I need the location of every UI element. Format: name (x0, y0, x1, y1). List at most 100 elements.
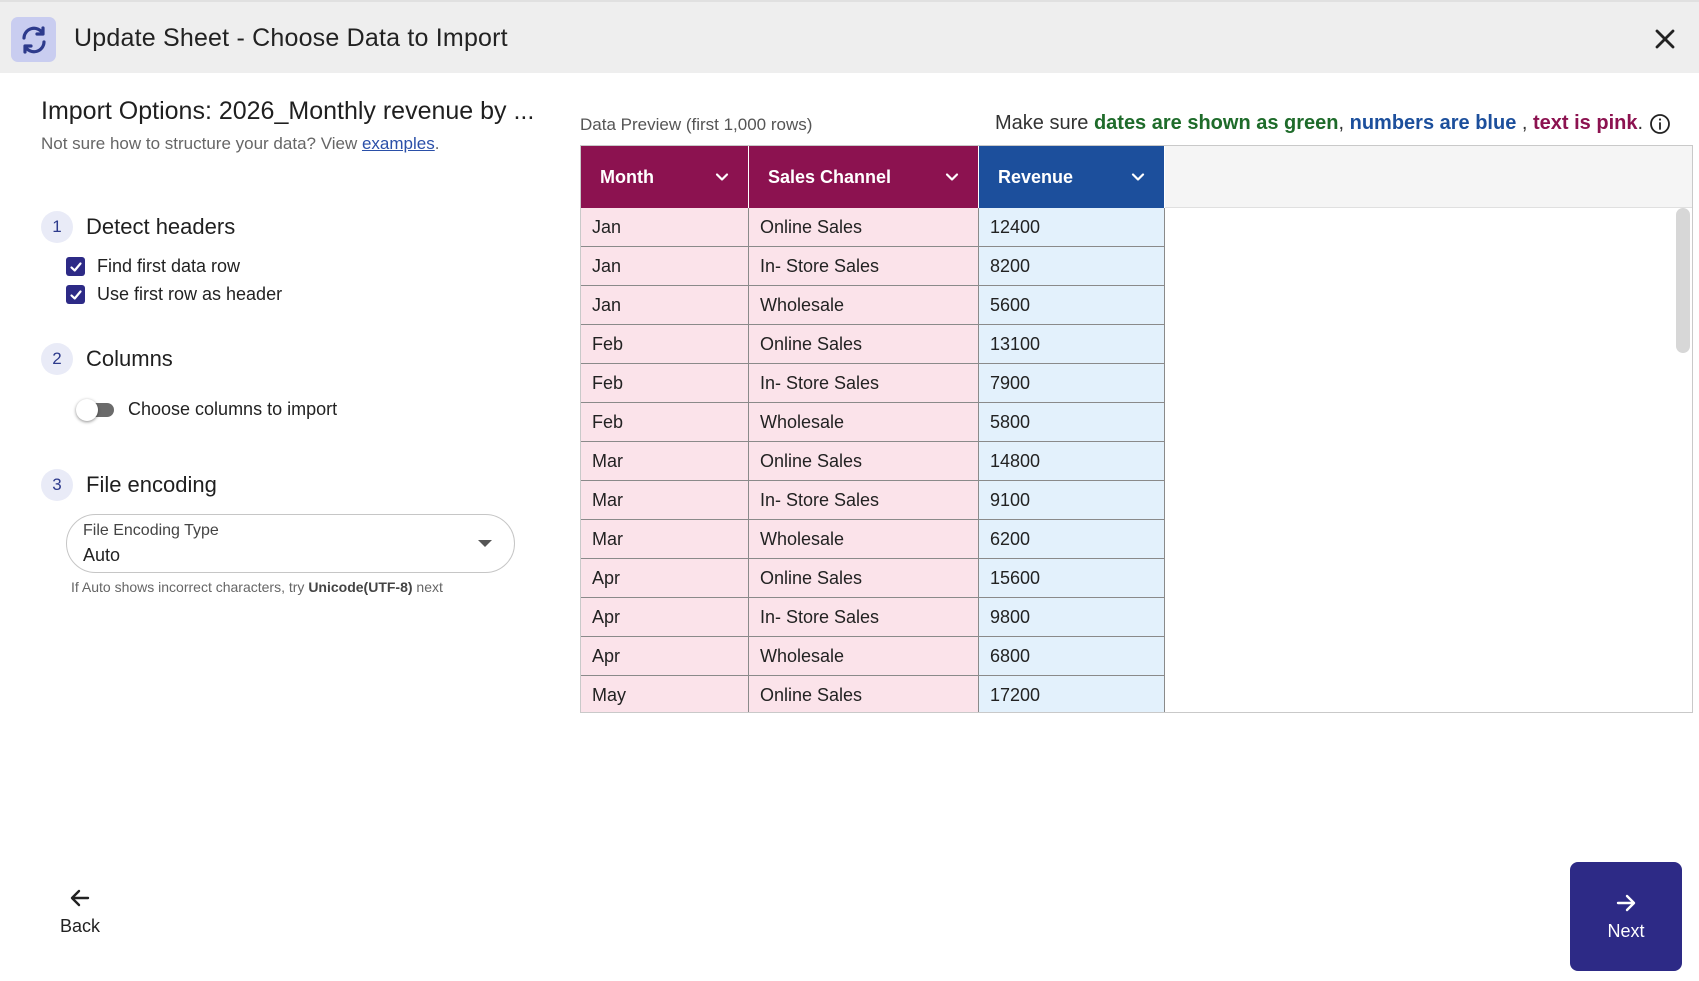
toggle-knob (76, 399, 98, 421)
find-first-row-option[interactable]: Find first data row (66, 256, 240, 277)
use-header-checkbox[interactable] (66, 285, 85, 304)
table-cell: 12400 (979, 208, 1165, 247)
table-cell: Wholesale (749, 403, 979, 442)
column-header-label: Month (600, 166, 654, 187)
use-header-option[interactable]: Use first row as header (66, 284, 282, 305)
grid-scrollbar[interactable] (1676, 208, 1690, 353)
table-cell: 5600 (979, 286, 1165, 325)
table-cell: Wholesale (749, 520, 979, 559)
table-row: Mar Online Sales 14800 (581, 442, 1165, 481)
chevron-down-icon[interactable] (714, 169, 730, 185)
legend-prefix: Make sure (995, 112, 1094, 134)
info-icon[interactable] (1649, 113, 1671, 135)
back-button[interactable]: Back (50, 886, 110, 946)
choose-columns-label: Choose columns to import (128, 398, 338, 419)
table-cell: Feb (581, 403, 749, 442)
next-button[interactable]: Next (1570, 862, 1682, 971)
close-icon (1655, 29, 1675, 49)
table-cell: 15600 (979, 559, 1165, 598)
choose-columns-option[interactable]: Choose columns to import (76, 398, 338, 421)
column-header-label: Revenue (998, 166, 1074, 187)
table-cell: Mar (581, 520, 749, 559)
data-preview-label: Data Preview (first 1,000 rows) (580, 115, 813, 134)
import-options-title: Import Options: 2026_Monthly revenue by … (41, 97, 535, 125)
caret-down-icon (478, 540, 492, 547)
table-cell: Mar (581, 481, 749, 520)
table-row: May Online Sales 17200 (581, 676, 1165, 712)
table-cell: Online Sales (749, 325, 979, 364)
close-button[interactable] (1650, 24, 1680, 54)
chevron-down-icon[interactable] (944, 169, 960, 185)
step-number: 1 (41, 211, 73, 243)
table-cell: 9800 (979, 598, 1165, 637)
grid-body: Jan Online Sales 12400 Jan In- Store Sales 82… (581, 208, 1165, 712)
table-cell: 6200 (979, 520, 1165, 559)
step-label: File encoding (86, 472, 217, 497)
checkmark-icon (69, 261, 82, 272)
column-header-label: Sales Channel (768, 166, 892, 187)
table-cell: 7900 (979, 364, 1165, 403)
legend-sep: , (1516, 112, 1533, 134)
checkmark-icon (69, 289, 82, 300)
table-cell: In- Store Sales (749, 364, 979, 403)
table-cell: Mar (581, 442, 749, 481)
table-cell: 9100 (979, 481, 1165, 520)
choose-columns-toggle[interactable] (76, 398, 114, 421)
use-header-label: Use first row as header (97, 284, 283, 304)
table-cell: In- Store Sales (749, 247, 979, 286)
table-cell: Wholesale (749, 286, 979, 325)
table-cell: May (581, 676, 749, 712)
table-row: Feb In- Store Sales 7900 (581, 364, 1165, 403)
column-header[interactable]: Revenue (979, 146, 1165, 208)
find-first-row-checkbox[interactable] (66, 257, 85, 276)
table-cell: Feb (581, 325, 749, 364)
table-cell: 5800 (979, 403, 1165, 442)
table-row: Apr In- Store Sales 9800 (581, 598, 1165, 637)
table-row: Feb Wholesale 5800 (581, 403, 1165, 442)
legend-sep: , (1338, 112, 1350, 134)
chevron-down-icon[interactable] (1130, 169, 1146, 185)
step-number: 3 (41, 469, 73, 501)
grid-header-row: Month Sales Channel Revenue (581, 146, 1165, 208)
table-cell: Apr (581, 637, 749, 676)
subtitle-period: . (434, 134, 440, 153)
type-color-legend: Make sure dates are shown as green , num… (995, 112, 1671, 135)
select-label: File Encoding Type (83, 522, 219, 539)
examples-link[interactable]: examples (362, 134, 435, 153)
back-label: Back (59, 916, 101, 936)
sync-icon (11, 17, 56, 62)
table-cell: Apr (581, 559, 749, 598)
next-label: Next (1607, 921, 1645, 941)
arrow-left-icon (70, 889, 90, 907)
help-encoding-name: Unicode(UTF-8) (308, 579, 413, 595)
file-encoding-select[interactable]: File Encoding Type Auto (66, 514, 515, 573)
column-header[interactable]: Sales Channel (749, 146, 979, 208)
table-row: Apr Online Sales 15600 (581, 559, 1165, 598)
step-label: Columns (86, 346, 173, 371)
table-cell: Online Sales (749, 208, 979, 247)
table-row: Feb Online Sales 13100 (581, 325, 1165, 364)
table-cell: 8200 (979, 247, 1165, 286)
encoding-help-text: If Auto shows incorrect characters, try … (71, 579, 443, 595)
legend-suffix: . (1637, 112, 1644, 134)
table-cell: Jan (581, 286, 749, 325)
table-row: Mar Wholesale 6200 (581, 520, 1165, 559)
table-cell: Online Sales (749, 676, 979, 712)
table-cell: Online Sales (749, 559, 979, 598)
table-cell: Jan (581, 247, 749, 286)
find-first-row-label: Find first data row (97, 256, 241, 276)
arrow-right-icon (1616, 894, 1636, 912)
header-filler (1165, 146, 1692, 208)
table-row: Mar In- Store Sales 9100 (581, 481, 1165, 520)
table-cell: In- Store Sales (749, 598, 979, 637)
step-file-encoding: 3 File encoding (41, 469, 217, 501)
table-row: Jan Online Sales 12400 (581, 208, 1165, 247)
step-label: Detect headers (86, 214, 236, 239)
column-header[interactable]: Month (581, 146, 749, 208)
table-cell: Jan (581, 208, 749, 247)
table-row: Apr Wholesale 6800 (581, 637, 1165, 676)
table-cell: Wholesale (749, 637, 979, 676)
table-row: Jan In- Store Sales 8200 (581, 247, 1165, 286)
dialog-header: Update Sheet - Choose Data to Import (0, 0, 1699, 73)
help-prefix: If Auto shows incorrect characters, try (71, 579, 309, 595)
